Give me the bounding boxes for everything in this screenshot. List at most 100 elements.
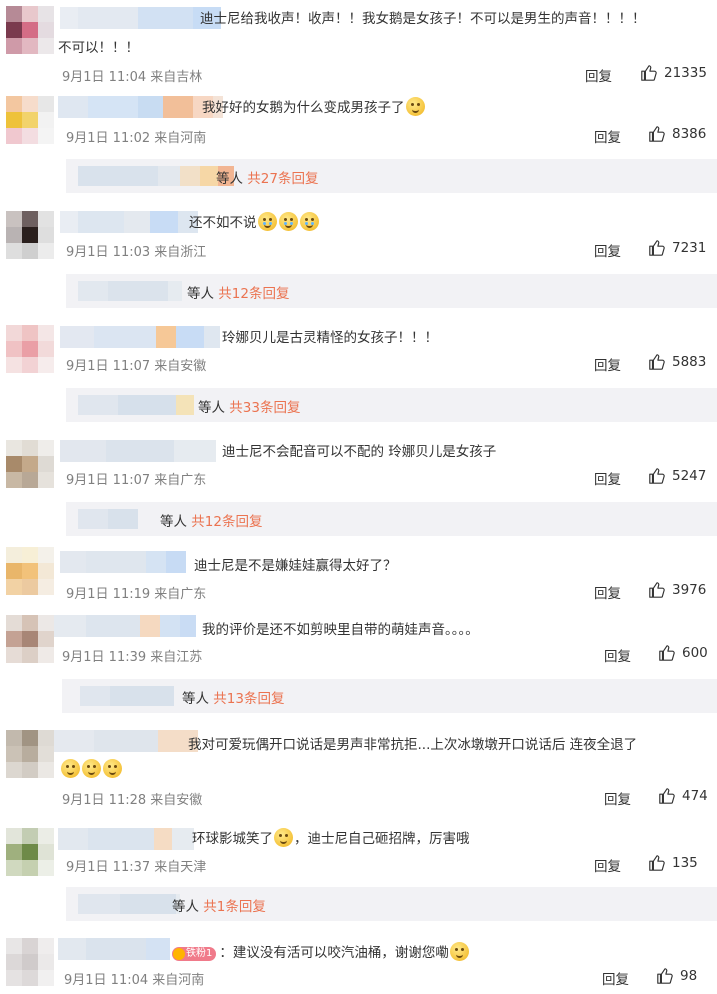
- thumbs-up-icon: [649, 468, 665, 484]
- comment-text: 我好好的女鹅为什么变成男孩子了: [202, 97, 426, 119]
- sub-replies-box[interactable]: 等人 共1条回复: [66, 887, 717, 921]
- reply-button[interactable]: 回复: [594, 582, 621, 602]
- like-button[interactable]: 98: [656, 967, 697, 985]
- sub-replies-text: 等人 共12条回复: [187, 282, 289, 302]
- avatar[interactable]: [6, 730, 54, 778]
- username-pixelated[interactable]: [60, 211, 198, 233]
- sub-replies-box[interactable]: 等人 共13条回复: [62, 679, 717, 713]
- view-replies-link[interactable]: 共12条回复: [218, 286, 289, 302]
- crying-emoji-icon: [257, 212, 277, 231]
- comment-meta: 9月1日 11:03 来自浙江: [66, 245, 207, 260]
- like-count: 5883: [672, 354, 707, 370]
- sub-replies-suffix: 等人: [187, 286, 214, 302]
- avatar[interactable]: [6, 828, 54, 876]
- comment-meta: 9月1日 11:02 来自河南: [66, 131, 207, 146]
- comment-text-part2: ，迪士尼自己砸招牌，厉害哦: [294, 831, 470, 847]
- comment-text: 迪士尼给我收声！收声！！我女鹅是女孩子！不可以是男生的声音！！！！: [200, 11, 646, 27]
- comment-meta: 9月1日 11:04 来自吉林: [62, 70, 203, 85]
- reply-button[interactable]: 回复: [585, 65, 612, 85]
- like-button[interactable]: 600: [658, 644, 708, 662]
- comment-text: 环球影城笑了 ，迪士尼自己砸招牌，厉害哦: [192, 828, 470, 850]
- sub-replies-suffix: 等人: [198, 400, 225, 416]
- comment-text: 迪士尼不会配音可以不配的 玲娜贝儿是女孩子: [222, 444, 497, 460]
- like-button[interactable]: 5883: [648, 353, 706, 371]
- replier-names-pixelated: [78, 509, 138, 529]
- thumbs-up-icon: [641, 65, 657, 81]
- username-pixelated[interactable]: [60, 326, 220, 348]
- comment-text-content: ：建议没有活可以咬汽油桶，谢谢您嘞: [219, 945, 449, 961]
- username-pixelated[interactable]: [58, 938, 170, 960]
- thumbs-up-icon: [649, 126, 665, 142]
- reply-button[interactable]: 回复: [594, 354, 621, 374]
- sub-replies-text: 等人 共13条回复: [182, 687, 284, 707]
- reply-button[interactable]: 回复: [594, 240, 621, 260]
- comment-meta: 9月1日 11:04 来自河南: [64, 973, 205, 988]
- comment-text-emojis: [60, 759, 123, 781]
- username-pixelated[interactable]: [60, 551, 186, 573]
- username-pixelated[interactable]: [60, 7, 221, 29]
- comment-text-content: 还不如不说: [189, 215, 257, 231]
- like-button[interactable]: 7231: [648, 239, 706, 257]
- thumbs-up-icon: [649, 354, 665, 370]
- replier-names-pixelated: [78, 281, 182, 301]
- comment-text: 我对可爱玩偶开口说话是男声非常抗拒...上次冰墩墩开口说话后 连夜全退了: [188, 737, 638, 753]
- like-button[interactable]: 8386: [648, 125, 706, 143]
- reply-button[interactable]: 回复: [604, 788, 631, 808]
- thumbs-up-icon: [659, 788, 675, 804]
- like-count: 21335: [664, 65, 707, 81]
- view-replies-link[interactable]: 共12条回复: [191, 514, 262, 530]
- username-pixelated[interactable]: [54, 730, 198, 752]
- avatar[interactable]: [6, 440, 54, 488]
- username-pixelated[interactable]: [58, 96, 223, 118]
- comment-meta: 9月1日 11:39 来自江苏: [62, 650, 203, 665]
- comment-text-continued: 不可以！！！: [58, 40, 139, 56]
- comment-text-part1: 环球影城笑了: [192, 831, 273, 847]
- like-count: 98: [680, 968, 698, 984]
- comment-text: 迪士尼是不是嫌娃娃赢得太好了？: [194, 558, 397, 574]
- view-replies-link[interactable]: 共27条回复: [247, 171, 318, 187]
- like-button[interactable]: 5247: [648, 467, 706, 485]
- avatar[interactable]: [6, 325, 54, 373]
- view-replies-link[interactable]: 共1条回复: [203, 899, 266, 915]
- avatar[interactable]: [6, 96, 54, 144]
- avatar[interactable]: [6, 615, 54, 663]
- avatar[interactable]: [6, 6, 54, 54]
- smile-emoji-icon: [103, 759, 122, 778]
- sub-replies-box[interactable]: 等人 共33条回复: [66, 388, 717, 422]
- username-pixelated[interactable]: [58, 828, 194, 850]
- comment-text-content: 我好好的女鹅为什么变成男孩子了: [202, 100, 405, 116]
- comment-meta: 9月1日 11:28 来自安徽: [62, 793, 203, 808]
- reply-button[interactable]: 回复: [594, 126, 621, 146]
- username-pixelated[interactable]: [54, 615, 196, 637]
- avatar[interactable]: [6, 547, 54, 595]
- reply-button[interactable]: 回复: [604, 645, 631, 665]
- view-replies-link[interactable]: 共13条回复: [213, 691, 284, 707]
- reply-button[interactable]: 回复: [594, 468, 621, 488]
- like-button[interactable]: 135: [648, 854, 698, 872]
- like-count: 5247: [672, 468, 707, 484]
- sub-replies-suffix: 等人: [182, 691, 209, 707]
- username-pixelated[interactable]: [60, 440, 216, 462]
- reply-button[interactable]: 回复: [594, 855, 621, 875]
- avatar[interactable]: [6, 211, 54, 259]
- view-replies-link[interactable]: 共33条回复: [229, 400, 300, 416]
- reply-button[interactable]: 回复: [602, 968, 629, 988]
- comment-meta: 9月1日 11:07 来自广东: [66, 473, 207, 488]
- thumbs-up-icon: [649, 582, 665, 598]
- fan-badge: 铁粉1: [172, 947, 217, 961]
- sub-replies-box[interactable]: 等人 共27条回复: [66, 159, 717, 193]
- sub-replies-suffix: 等人: [160, 514, 187, 530]
- thumbs-up-icon: [657, 968, 673, 984]
- like-button[interactable]: 474: [658, 787, 708, 805]
- smile-emoji-icon: [82, 759, 101, 778]
- like-button[interactable]: 21335: [640, 64, 707, 82]
- sub-replies-box[interactable]: 等人 共12条回复: [66, 502, 717, 536]
- like-count: 600: [682, 645, 708, 661]
- replier-names-pixelated: [78, 894, 180, 914]
- avatar[interactable]: [6, 938, 54, 986]
- replier-names-pixelated: [78, 395, 194, 415]
- smile-emoji-icon: [61, 759, 80, 778]
- crying-emoji-icon: [299, 212, 319, 231]
- like-button[interactable]: 3976: [648, 581, 706, 599]
- sub-replies-box[interactable]: 等人 共12条回复: [66, 274, 717, 308]
